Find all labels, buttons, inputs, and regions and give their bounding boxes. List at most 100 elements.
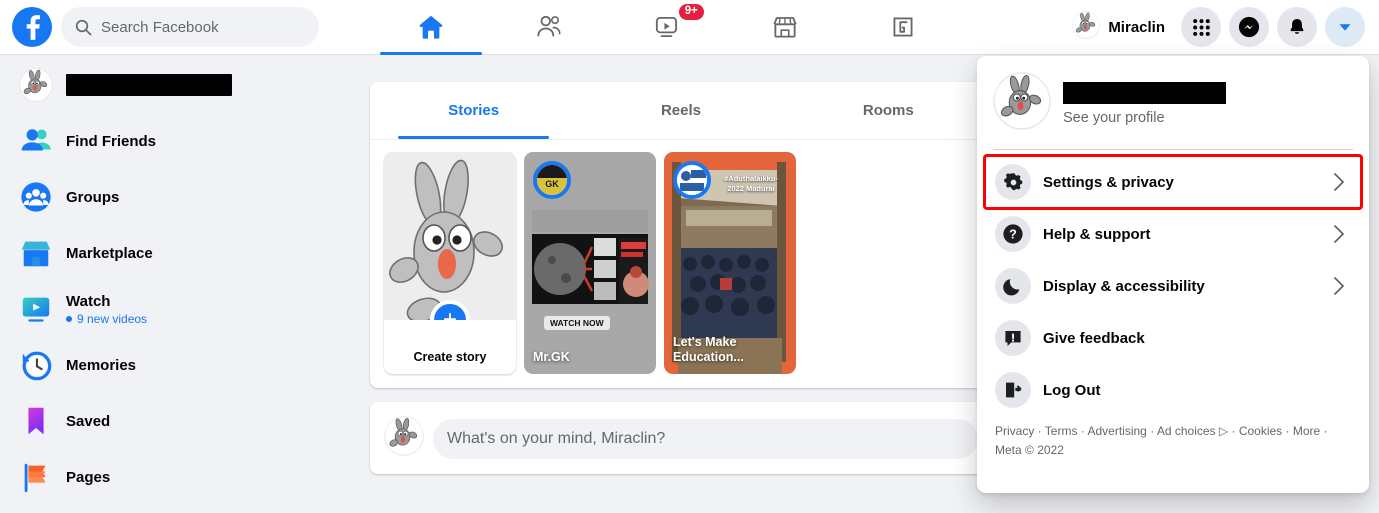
- avatar: [384, 416, 424, 461]
- menu-item-label: Help & support: [1043, 225, 1151, 243]
- story-author-avatar: GK: [533, 161, 571, 199]
- composer-placeholder: What's on your mind, Miraclin?: [447, 429, 666, 447]
- story-author-avatar: [673, 161, 711, 199]
- tab-rooms[interactable]: Rooms: [785, 82, 992, 139]
- find-friends-icon: [18, 123, 54, 159]
- sidebar-item-groups[interactable]: Groups: [10, 175, 352, 219]
- nav-tab-gaming[interactable]: [844, 0, 962, 55]
- tab-reels[interactable]: Reels: [577, 82, 784, 139]
- avatar: [993, 72, 1051, 135]
- tab-reels-label: Reels: [660, 102, 701, 119]
- composer-input[interactable]: What's on your mind, Miraclin?: [433, 418, 978, 459]
- nav-tab-marketplace[interactable]: [726, 0, 844, 55]
- sidebar-item-label: Pages: [66, 468, 111, 486]
- nav-tab-home[interactable]: [372, 0, 490, 55]
- footer-sep: ·: [1320, 424, 1328, 438]
- composer-row: What's on your mind, Miraclin?: [384, 416, 978, 461]
- bell-icon[interactable]: [1277, 7, 1317, 47]
- footer-link-cookies[interactable]: Cookies: [1239, 424, 1282, 438]
- create-story-card[interactable]: + Create story: [384, 152, 516, 374]
- sidebar-item-memories[interactable]: Memories: [10, 343, 352, 387]
- story-card[interactable]: GK WATCH NOW Mr.GK: [524, 152, 656, 374]
- menu-item-label: Settings & privacy: [1043, 173, 1174, 191]
- menu-item-help-and-support[interactable]: ? Help & support: [985, 208, 1361, 260]
- chevron-right-icon: [1331, 274, 1351, 298]
- menu-item-give-feedback[interactable]: Give feedback: [985, 312, 1361, 364]
- active-tab-indicator: [380, 51, 482, 55]
- sidebar-item-find-friends[interactable]: Find Friends: [10, 119, 352, 163]
- main-feed: Stories Reels Rooms + Create story GK WA…: [370, 55, 992, 513]
- footer-link-terms[interactable]: Terms: [1045, 424, 1078, 438]
- groups-icon: [18, 179, 54, 215]
- story-overlay-caption: #Aduthalaikku-2022 Madurai: [724, 174, 778, 193]
- dropdown-profile-row[interactable]: See your profile: [985, 64, 1361, 145]
- footer-sep: ·: [1228, 424, 1239, 438]
- sidebar-item-sublabel: 9 new videos: [66, 312, 147, 326]
- sidebar-item-label: Groups: [66, 188, 120, 206]
- menu-item-label: Log Out: [1043, 381, 1101, 399]
- profile-chip[interactable]: Miraclin: [1068, 7, 1173, 48]
- tab-stories[interactable]: Stories: [370, 82, 577, 139]
- nav-tab-watch[interactable]: 9+: [608, 0, 726, 55]
- dropdown-divider: [993, 149, 1353, 150]
- video-icon: [652, 12, 682, 42]
- sidebar-item-watch[interactable]: Watch 9 new videos: [10, 287, 352, 331]
- sidebar-item-label: Find Friends: [66, 132, 156, 150]
- header-right-group: Miraclin: [1068, 7, 1379, 48]
- footer-link-more[interactable]: More: [1293, 424, 1320, 438]
- menu-item-log-out[interactable]: Log Out: [985, 364, 1361, 416]
- search-icon: [75, 19, 92, 36]
- svg-text:GK: GK: [545, 179, 559, 189]
- footer-sep: ·: [1282, 424, 1293, 438]
- chevron-right-icon: [1331, 170, 1351, 194]
- story-author-name: Let's Make Education...: [673, 334, 744, 365]
- stories-card: Stories Reels Rooms + Create story GK WA…: [370, 82, 992, 388]
- search-input[interactable]: Search Facebook: [61, 7, 319, 47]
- active-tab-indicator: [398, 136, 550, 139]
- menu-item-display-and-accessibility[interactable]: Display & accessibility: [985, 260, 1361, 312]
- tab-stories-label: Stories: [448, 102, 500, 119]
- footer-link-privacy[interactable]: Privacy: [995, 424, 1034, 438]
- account-dropdown-menu: See your profile Settings & privacy ? He…: [977, 56, 1369, 493]
- left-sidebar: Find Friends Groups Marketplace Watch 9 …: [0, 55, 360, 513]
- tab-rooms-label: Rooms: [862, 102, 914, 119]
- sidebar-watch-sub-text: 9 new videos: [77, 311, 148, 326]
- memories-icon: [18, 347, 54, 383]
- footer-sep: ·: [1146, 424, 1157, 438]
- question-mark-icon: ?: [995, 216, 1031, 252]
- avatar: [1072, 10, 1101, 44]
- sidebar-item-label: Saved: [66, 412, 111, 430]
- chevron-down-icon[interactable]: [1325, 7, 1365, 47]
- sidebar-watch-text: Watch 9 new videos: [66, 293, 147, 326]
- feedback-icon: [995, 320, 1031, 356]
- post-composer-card: What's on your mind, Miraclin?: [370, 402, 992, 474]
- logout-icon: [995, 372, 1031, 408]
- pages-icon: [18, 459, 54, 495]
- sidebar-item-profile[interactable]: [10, 63, 352, 107]
- sidebar-item-marketplace[interactable]: Marketplace: [10, 231, 352, 275]
- sidebar-item-saved[interactable]: Saved: [10, 399, 352, 443]
- gear-icon: [995, 164, 1031, 200]
- grid-menu-icon[interactable]: [1181, 7, 1221, 47]
- footer-link-ad-choices[interactable]: Ad choices: [1157, 424, 1216, 438]
- stories-row: + Create story GK WATCH NOW Mr.GK #Aduth…: [370, 140, 992, 374]
- chevron-right-icon: [1331, 222, 1351, 246]
- facebook-logo-icon[interactable]: [12, 7, 52, 47]
- home-icon: [416, 12, 446, 42]
- messenger-icon[interactable]: [1229, 7, 1269, 47]
- footer-sep: ·: [1034, 424, 1045, 438]
- footer-link-advertising[interactable]: Advertising: [1087, 424, 1146, 438]
- sidebar-item-label: Marketplace: [66, 244, 153, 262]
- nav-tab-friends[interactable]: [490, 0, 608, 55]
- gaming-icon: [888, 12, 918, 42]
- story-watch-now-badge: WATCH NOW: [544, 316, 610, 330]
- header-left-group: Search Facebook: [0, 7, 350, 47]
- dropdown-profile-name-redacted: [1063, 81, 1226, 104]
- sidebar-item-pages[interactable]: Pages: [10, 455, 352, 499]
- footer-copyright: Meta © 2022: [995, 442, 1064, 457]
- menu-item-settings-and-privacy[interactable]: Settings & privacy: [983, 154, 1363, 210]
- saved-icon: [18, 403, 54, 439]
- dropdown-profile-text: See your profile: [1063, 81, 1226, 126]
- story-card[interactable]: #Aduthalaikku-2022 Madurai Let's Make Ed…: [664, 152, 796, 374]
- feed-tabs: Stories Reels Rooms: [370, 82, 992, 140]
